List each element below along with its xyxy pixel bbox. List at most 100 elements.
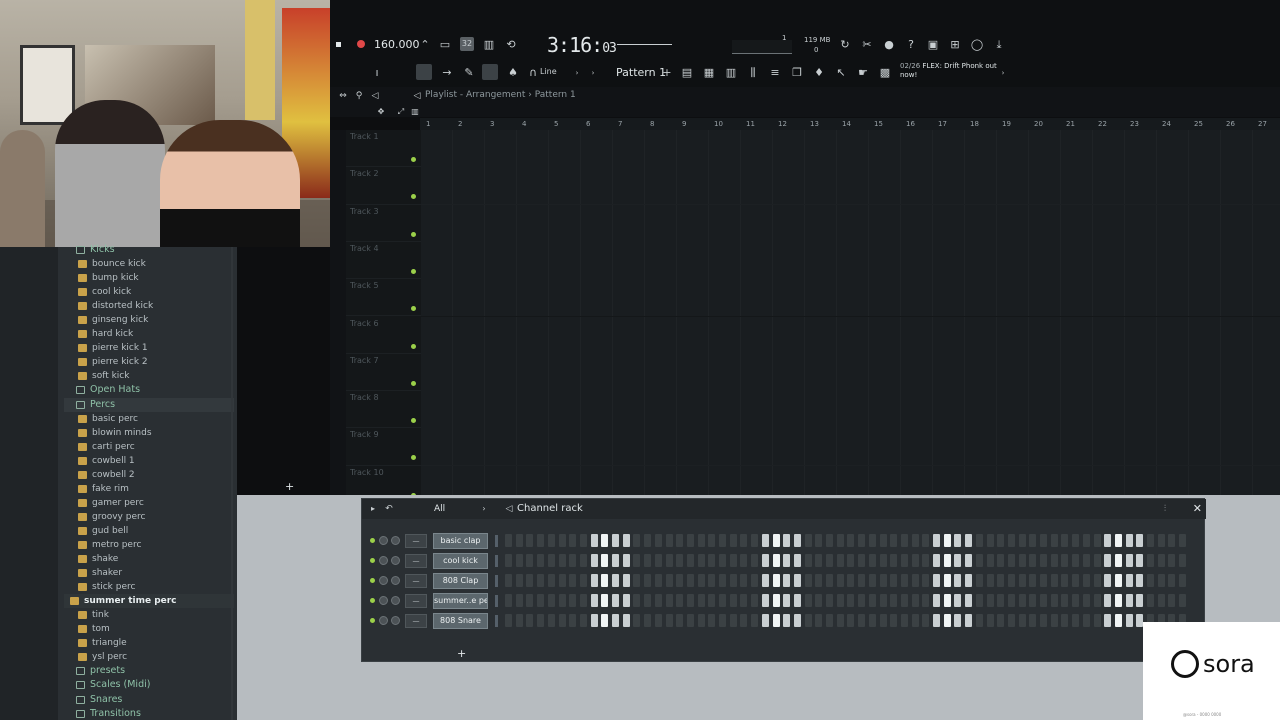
step-button[interactable] (1050, 554, 1058, 567)
step-button[interactable] (986, 554, 994, 567)
playlist-track[interactable]: Track 3 (346, 204, 1280, 242)
step-button[interactable] (890, 534, 898, 547)
step-button[interactable] (590, 554, 598, 567)
step-button[interactable] (804, 614, 812, 627)
playlist-track[interactable]: Track 9 (346, 428, 1280, 466)
step-button[interactable] (665, 574, 673, 587)
browser-file[interactable]: triangle (64, 636, 234, 650)
step-button[interactable] (740, 594, 748, 607)
step-button[interactable] (515, 594, 523, 607)
track-label[interactable]: Track 5 (350, 281, 379, 290)
channel-enable-led[interactable] (370, 618, 375, 623)
channel-enable-led[interactable] (370, 598, 375, 603)
song-position-display[interactable]: 3:16:03 (547, 33, 617, 57)
step-button[interactable] (933, 594, 940, 607)
step-button[interactable] (911, 614, 919, 627)
step-button[interactable] (569, 614, 577, 627)
options-arrow-icon[interactable]: ▸ (366, 502, 380, 516)
track-lane[interactable] (421, 204, 1280, 242)
expand-icon[interactable]: ⇔ (336, 89, 350, 103)
step-button[interactable] (526, 554, 534, 567)
browser-file[interactable]: soft kick (64, 369, 234, 383)
arrow-icon[interactable]: ı (370, 66, 384, 80)
step-mode-button[interactable]: 32 (460, 37, 474, 51)
step-button[interactable] (601, 554, 609, 567)
step-button[interactable] (740, 534, 748, 547)
step-button[interactable] (590, 614, 598, 627)
step-button[interactable] (868, 534, 876, 547)
browser-folder[interactable]: Percs (64, 397, 234, 412)
playlist-icon[interactable]: ▤ (680, 66, 694, 80)
track-lane[interactable] (421, 391, 1280, 429)
step-button[interactable] (1136, 594, 1144, 607)
playlist-track[interactable]: Track 2 (346, 167, 1280, 205)
browser-file[interactable]: groovy perc (64, 510, 234, 524)
step-button[interactable] (697, 594, 705, 607)
step-button[interactable] (1007, 614, 1015, 627)
step-button[interactable] (858, 534, 866, 547)
step-button[interactable] (644, 574, 652, 587)
step-button[interactable] (633, 554, 641, 567)
step-button[interactable] (772, 554, 780, 567)
step-button[interactable] (697, 534, 705, 547)
step-button[interactable] (1157, 574, 1165, 587)
browser-file[interactable]: cowbell 2 (64, 468, 234, 482)
add-channel-button[interactable]: + (457, 647, 466, 660)
piano-roll-button[interactable] (416, 64, 432, 80)
step-button[interactable] (826, 574, 833, 587)
step-button[interactable] (1168, 574, 1176, 587)
step-button[interactable] (505, 534, 512, 547)
add-pattern-icon[interactable]: + (660, 66, 674, 80)
browser-file[interactable]: blowin minds (64, 426, 234, 440)
volume-knob[interactable] (391, 616, 400, 625)
step-button[interactable] (1147, 534, 1154, 547)
step-button[interactable] (697, 554, 705, 567)
step-button[interactable] (654, 574, 662, 587)
breadcrumb-pattern[interactable]: Pattern 1 (535, 90, 576, 100)
step-button[interactable] (1147, 554, 1154, 567)
step-button[interactable] (601, 534, 609, 547)
step-button[interactable] (633, 614, 641, 627)
snap-selector[interactable]: Line (540, 67, 557, 76)
record-button[interactable] (357, 40, 365, 48)
step-button[interactable] (729, 534, 737, 547)
step-button[interactable] (1168, 554, 1176, 567)
step-button[interactable] (793, 554, 801, 567)
browser-file[interactable]: stick perc (64, 580, 234, 594)
step-button[interactable] (612, 554, 619, 567)
channel-name-button[interactable]: summer..e perc (433, 593, 488, 609)
volume-knob[interactable] (391, 536, 400, 545)
step-button[interactable] (590, 534, 598, 547)
channel-row[interactable]: — 808 Clap (368, 573, 1198, 589)
step-button[interactable] (569, 534, 577, 547)
browser-folder[interactable]: Scales (Midi) (64, 678, 234, 692)
step-button[interactable] (1082, 594, 1090, 607)
step-button[interactable] (1179, 534, 1187, 547)
step-button[interactable] (569, 574, 577, 587)
step-button[interactable] (1082, 534, 1090, 547)
step-button[interactable] (505, 594, 512, 607)
step-button[interactable] (922, 554, 930, 567)
browser-file[interactable]: shake (64, 552, 234, 566)
step-button[interactable] (954, 614, 962, 627)
step-button[interactable] (719, 534, 726, 547)
step-button[interactable] (740, 614, 748, 627)
step-button[interactable] (1093, 534, 1101, 547)
browser-file[interactable]: bump kick (64, 271, 234, 285)
step-button[interactable] (1114, 574, 1122, 587)
step-button[interactable] (569, 554, 577, 567)
step-button[interactable] (654, 594, 662, 607)
step-button[interactable] (1168, 534, 1176, 547)
touch-icon[interactable]: ☛ (856, 66, 870, 80)
pattern-prev-icon[interactable]: › (586, 66, 600, 80)
step-button[interactable] (783, 594, 791, 607)
step-button[interactable] (858, 614, 866, 627)
step-button[interactable] (729, 614, 737, 627)
step-button[interactable] (1029, 534, 1037, 547)
browser-file[interactable]: distorted kick (64, 299, 234, 313)
step-button[interactable] (558, 534, 566, 547)
step-button[interactable] (515, 574, 523, 587)
step-button[interactable] (1072, 574, 1080, 587)
step-button[interactable] (708, 594, 716, 607)
step-button[interactable] (858, 574, 866, 587)
